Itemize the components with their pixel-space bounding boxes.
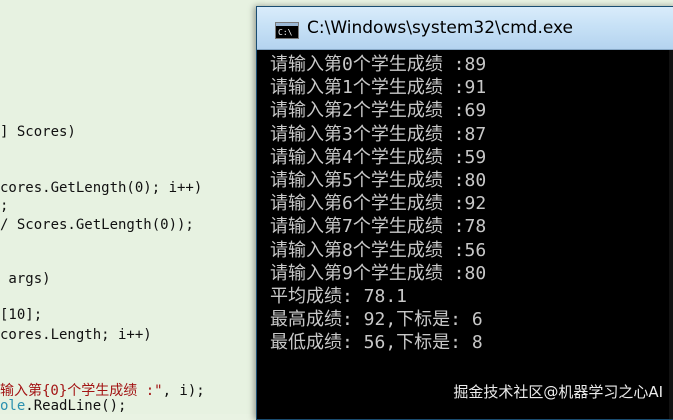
console-line: 请输入第3个学生成绩 :87 — [270, 123, 487, 145]
code-type: ole — [0, 398, 26, 414]
code-line: 输入第{0}个学生成绩 :", i); — [0, 380, 205, 400]
code-editor: ] Scores) cores.GetLength(0); i++) ; / S… — [0, 0, 265, 414]
code-line: args) — [0, 271, 51, 287]
code-text: , i); — [162, 383, 205, 399]
code-line: [10]; — [0, 307, 43, 323]
code-line: / Scores.GetLength(0)); — [0, 217, 194, 233]
code-text: .ReadLine(); — [25, 398, 127, 414]
console-line: 请输入第4个学生成绩 :59 — [270, 146, 487, 168]
watermark: 掘金技术社区@机器学习之心AI — [453, 383, 663, 401]
scrollbar[interactable] — [669, 50, 673, 419]
console-icon[interactable]: C:\ — [275, 22, 299, 39]
code-line: cores.Length; i++) — [0, 327, 152, 343]
console-line: 最低成绩: 56,下标是: 8 — [270, 332, 483, 354]
console-line: 请输入第2个学生成绩 :69 — [270, 100, 487, 122]
title-bar[interactable]: C:\ C:\Windows\system32\cmd.exe — [257, 7, 673, 50]
code-string: 输入第{0}个学生成绩 :" — [0, 383, 163, 399]
console-line: 请输入第9个学生成绩 :80 — [270, 262, 487, 284]
console-line: 请输入第5个学生成绩 :80 — [270, 169, 487, 191]
code-line: ; — [0, 198, 9, 214]
console-icon-label: C:\ — [278, 28, 293, 37]
console-line: 请输入第0个学生成绩 :89 — [270, 54, 487, 75]
code-line: cores.GetLength(0); i++) — [0, 180, 203, 196]
console-line: 平均成绩: 78.1 — [270, 285, 408, 307]
console-line: 请输入第8个学生成绩 :56 — [270, 239, 487, 261]
console-output[interactable]: 请输入第0个学生成绩 :89 请输入第1个学生成绩 :91 请输入第2个学生成绩… — [270, 53, 673, 419]
console-line: 请输入第7个学生成绩 :78 — [270, 216, 487, 238]
cmd-window[interactable]: C:\ C:\Windows\system32\cmd.exe 请输入第0个学生… — [256, 6, 673, 420]
console-line: 请输入第6个学生成绩 :92 — [270, 193, 487, 215]
window-title: C:\Windows\system32\cmd.exe — [307, 18, 574, 38]
code-line: ole.ReadLine(); — [0, 398, 126, 414]
console-line: 最高成绩: 92,下标是: 6 — [270, 309, 483, 331]
code-line: ] Scores) — [0, 124, 76, 140]
console-line: 请输入第1个学生成绩 :91 — [270, 77, 487, 99]
